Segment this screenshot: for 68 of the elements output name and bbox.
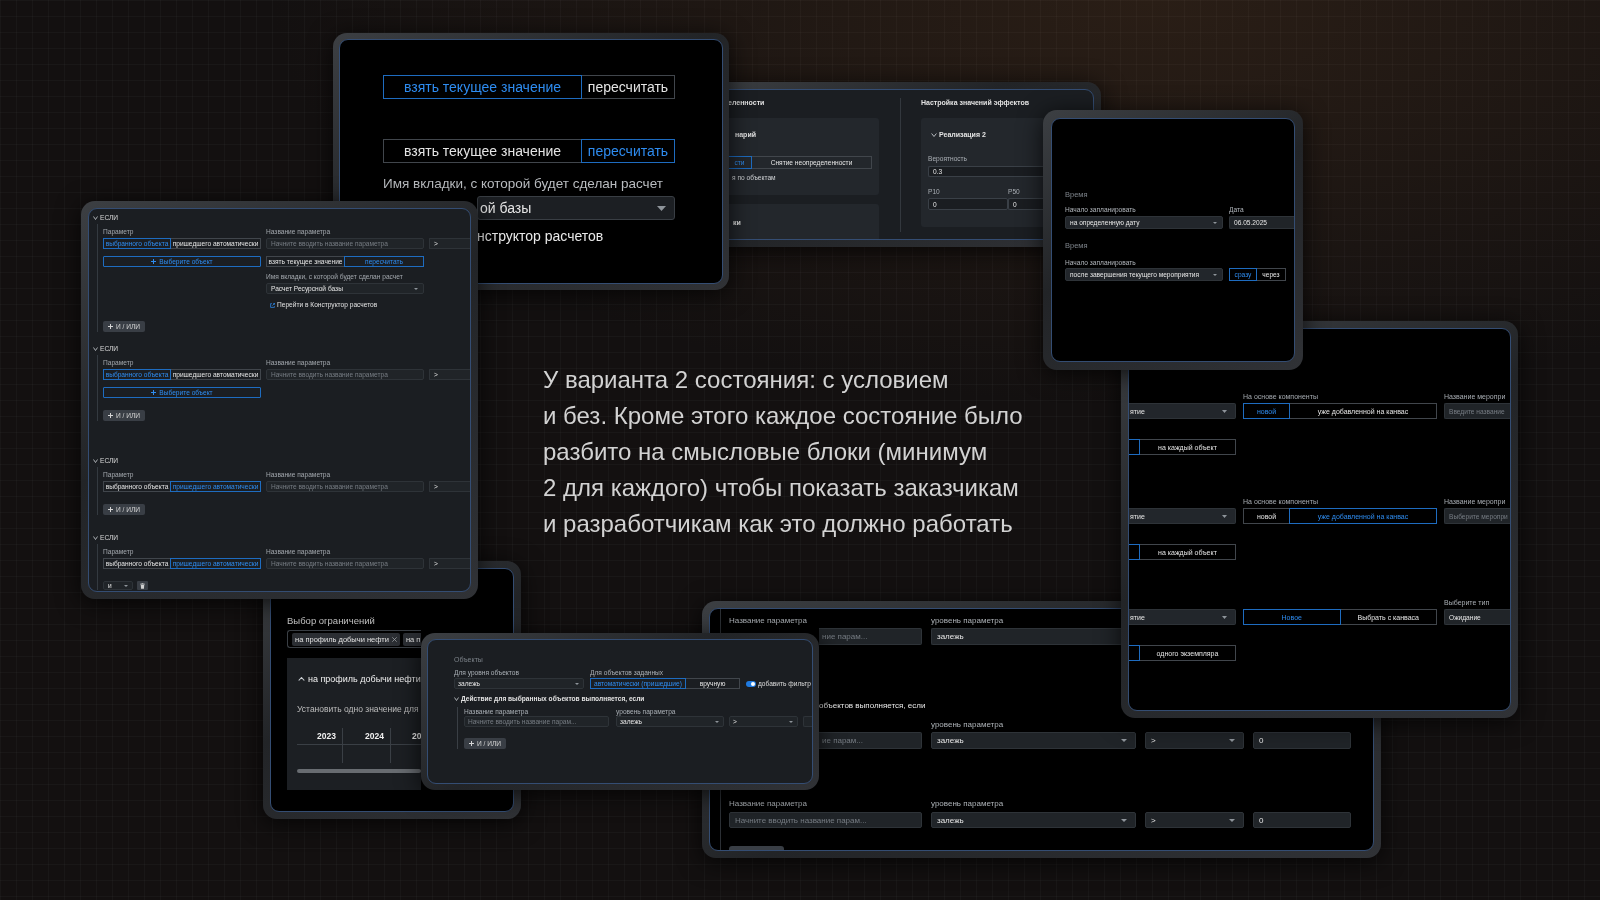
caret-icon	[657, 205, 666, 211]
plus-icon	[468, 741, 474, 746]
caret-icon	[789, 720, 793, 723]
note-text: Установить одно значение для	[297, 703, 419, 715]
value-field[interactable]: 0	[1253, 732, 1351, 749]
level-dropdown[interactable]: залежь	[931, 628, 1121, 645]
caret-icon	[1121, 818, 1127, 822]
segment-option[interactable]: взять текущее значение	[383, 75, 582, 99]
field-label: Выбор ограничений	[287, 615, 375, 627]
segment-option[interactable]	[1129, 544, 1140, 560]
delete-button[interactable]	[137, 581, 148, 590]
scrollbar[interactable]	[297, 769, 421, 773]
caret-icon	[1222, 514, 1227, 518]
chevron-icon[interactable]	[93, 347, 98, 351]
input-field[interactable]: Начните вводить название парам...	[729, 812, 922, 828]
input-field[interactable]: ие парам...	[819, 732, 922, 749]
section-heading: объектов выполняется, если	[819, 701, 926, 711]
segment-option[interactable]: пересчитать	[581, 75, 675, 99]
input-field[interactable]	[803, 716, 812, 727]
value-field[interactable]: 0	[1253, 812, 1351, 828]
column-header: 2024	[343, 728, 391, 744]
segment-option[interactable]: взять текущее значение	[383, 139, 582, 163]
caret-icon	[1222, 615, 1227, 619]
field-label: уровень параметра	[931, 616, 1004, 626]
level-dropdown[interactable]: залежь	[931, 812, 1136, 828]
column-header: 20	[411, 730, 422, 743]
column-header: 2023	[297, 728, 343, 744]
plus-icon	[107, 507, 113, 512]
caret-icon	[575, 682, 579, 685]
caret-icon	[1229, 739, 1235, 742]
card-title: на профиль добычи нефти	[308, 673, 421, 685]
segment-option[interactable]: пересчитать	[581, 139, 675, 163]
field-label: уровень параметра	[931, 720, 1004, 730]
chevron-icon[interactable]	[93, 536, 98, 540]
segment-option[interactable]	[1129, 645, 1140, 661]
trash-icon	[140, 582, 145, 589]
description-text: У варианта 2 состояния: с условием и без. Кроме этого каждое состояние было разбито на смысловые блоки (минимум 2 для каждого) чтобы показать заказчикам и разработчикам как это должно работать	[543, 365, 1023, 539]
caret-icon	[1121, 739, 1127, 742]
caret-icon	[1213, 221, 1217, 224]
chevron-icon[interactable]	[454, 697, 459, 701]
caret-icon	[414, 287, 418, 290]
plus-icon	[107, 324, 113, 329]
external-link-icon	[270, 302, 275, 308]
constructor-link[interactable]: нструктор расчетов	[477, 228, 604, 244]
field-label: Название параметра	[729, 799, 807, 809]
toggle-switch[interactable]	[746, 680, 756, 687]
plus-icon	[151, 390, 157, 395]
field-label: Имя вкладки, с которой будет сделан расчет	[383, 176, 663, 192]
plus-icon	[151, 259, 157, 264]
chevron-icon[interactable]	[93, 459, 98, 463]
field-label: уровень параметра	[931, 799, 1004, 809]
segment-option[interactable]	[1129, 439, 1140, 455]
caret-icon	[1222, 409, 1227, 413]
plus-icon	[107, 413, 113, 418]
close-icon[interactable]	[391, 636, 397, 642]
caret-icon	[715, 720, 719, 723]
operator-dropdown[interactable]: >	[1145, 812, 1244, 828]
chevron-icon[interactable]	[298, 677, 305, 681]
level-dropdown[interactable]: залежь	[931, 732, 1136, 749]
caret-icon	[124, 584, 128, 587]
tab-dropdown[interactable]: ой базы	[477, 196, 675, 220]
caret-icon	[1229, 818, 1235, 822]
chevron-icon[interactable]	[93, 216, 98, 220]
caret-icon	[1213, 273, 1217, 276]
field-label: Название параметра	[729, 616, 807, 626]
input-field[interactable]: ние парам...	[819, 628, 922, 645]
chevron-icon[interactable]	[931, 133, 937, 137]
operator-dropdown[interactable]: >	[1145, 732, 1244, 749]
